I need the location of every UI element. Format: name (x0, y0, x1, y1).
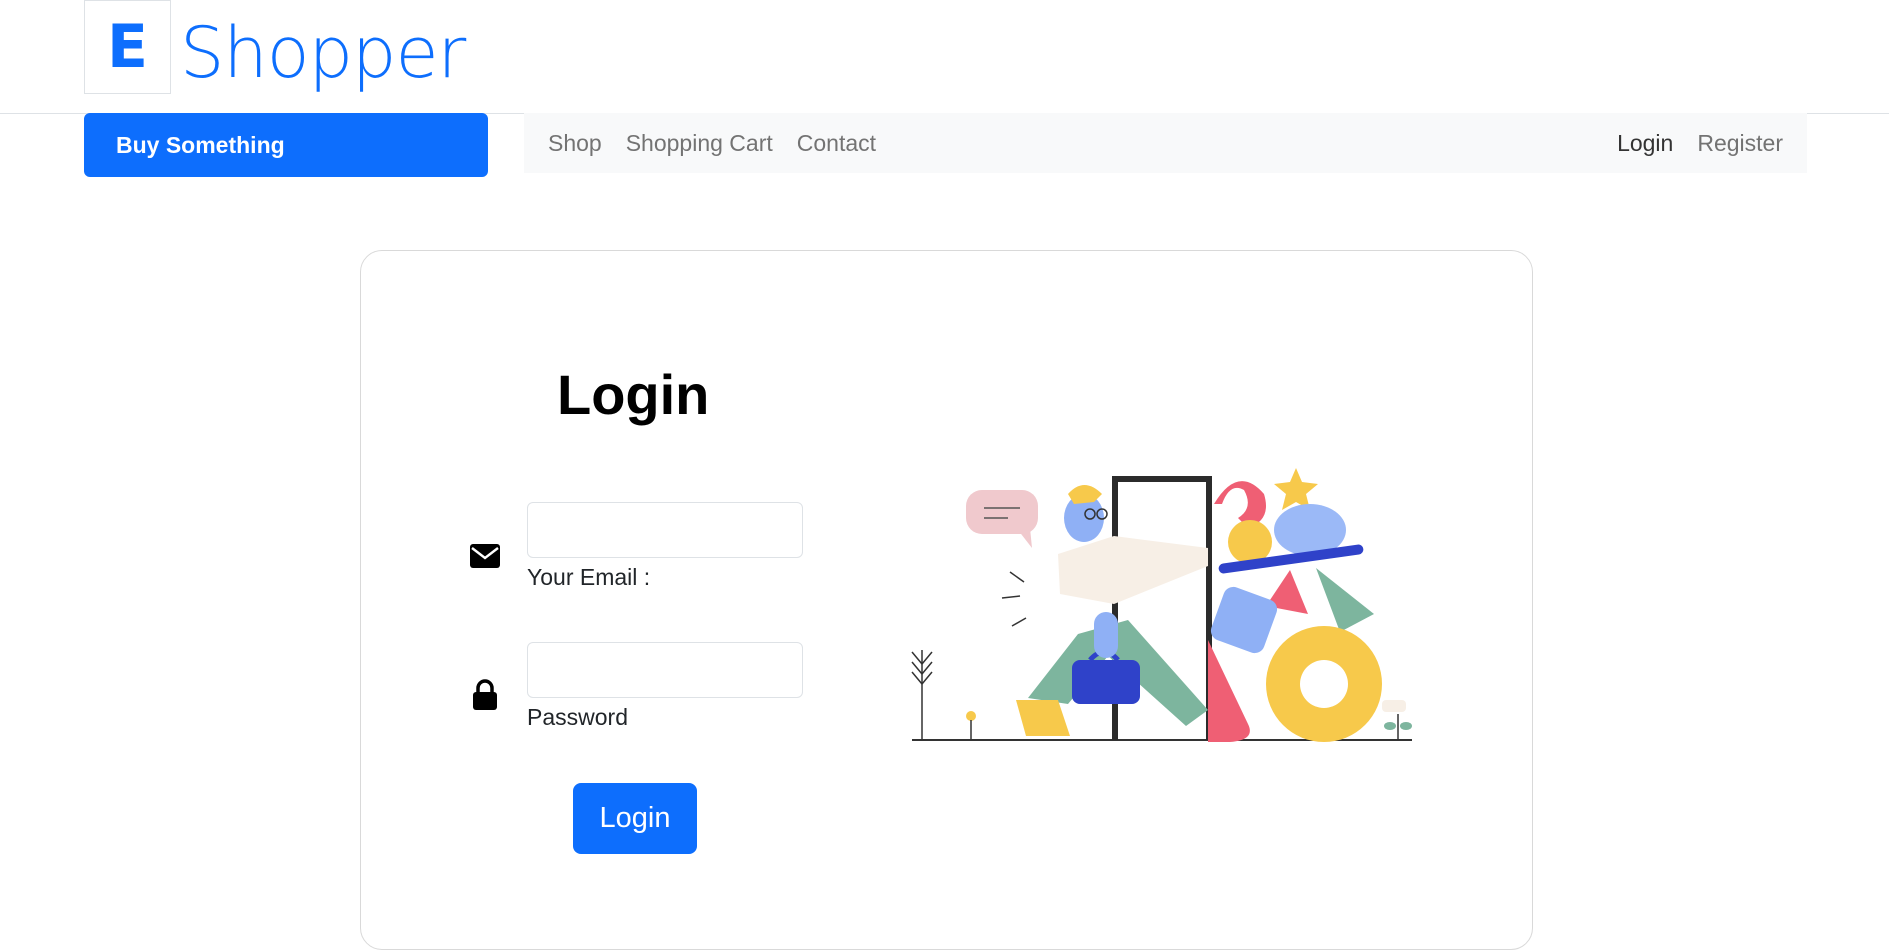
site-header: E Shopper (0, 0, 1889, 114)
main-navbar: Shop Shopping Cart Contact Login Registe… (524, 113, 1807, 173)
envelope-icon (470, 544, 500, 568)
email-field[interactable] (527, 502, 803, 558)
login-illustration (911, 468, 1412, 742)
nav-login[interactable]: Login (1605, 130, 1685, 157)
nav-shopping-cart[interactable]: Shopping Cart (614, 130, 785, 157)
password-field[interactable] (527, 642, 803, 698)
flower-dot (966, 711, 976, 721)
speech-bubble (966, 490, 1038, 548)
plant-right (1384, 714, 1412, 740)
plant-left (911, 650, 933, 740)
nav-contact[interactable]: Contact (785, 130, 888, 157)
nav-right-group: Login Register (1605, 130, 1795, 157)
lock-icon (473, 679, 497, 710)
email-label: Your Email : (527, 564, 651, 590)
shapes-pile (1208, 468, 1406, 742)
buy-something-button[interactable]: Buy Something (84, 113, 488, 177)
brand-name[interactable]: Shopper (180, 8, 466, 98)
logo-letter: E (107, 12, 148, 82)
nav-shop[interactable]: Shop (536, 130, 614, 157)
logo-mark[interactable]: E (84, 0, 171, 94)
login-submit-button[interactable]: Login (573, 783, 697, 854)
nav-register[interactable]: Register (1685, 130, 1795, 157)
password-label: Password (527, 704, 628, 730)
nav-left-group: Shop Shopping Cart Contact (536, 130, 888, 157)
motion-lines (1001, 571, 1027, 627)
login-heading: Login (557, 363, 710, 426)
